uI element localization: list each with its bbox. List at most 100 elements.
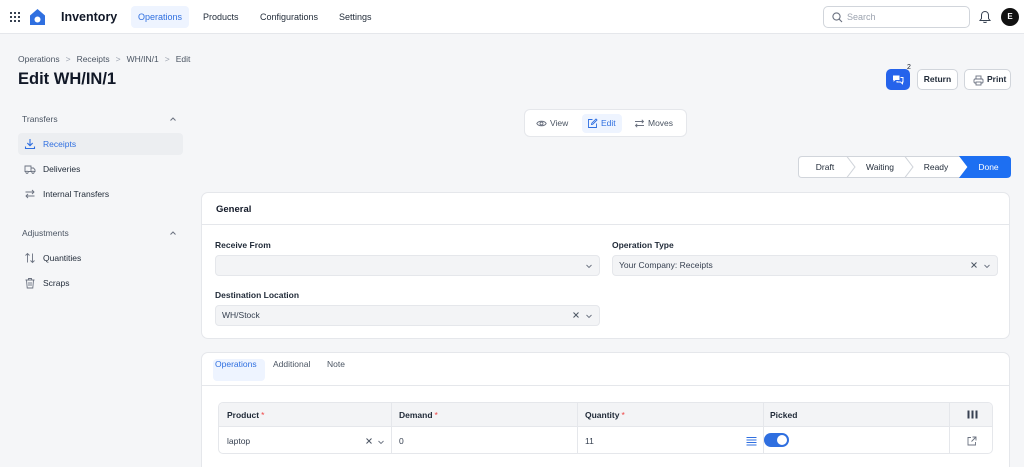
view-switcher: View Edit Moves — [524, 109, 687, 137]
receive-from-select[interactable] — [215, 255, 600, 276]
operation-type-value: Your Company: Receipts — [619, 260, 713, 270]
cell-product[interactable]: laptop — [227, 436, 250, 446]
edit-button[interactable]: Edit — [582, 114, 622, 133]
view-label: View — [550, 118, 569, 128]
comments-count-badge: 2 — [907, 64, 911, 71]
app-name: Inventory — [61, 10, 118, 24]
breadcrumb-separator-icon: > — [115, 54, 121, 64]
chevron-up-icon[interactable] — [169, 229, 177, 237]
view-button[interactable]: View — [531, 114, 574, 133]
header-quantity[interactable]: Quantity * — [585, 410, 625, 420]
truck-icon — [24, 165, 36, 174]
column-settings-icon[interactable] — [967, 410, 978, 419]
destination-location-value: WH/Stock — [222, 310, 260, 320]
column-divider — [577, 403, 578, 453]
sidebar-item-label: Scraps — [43, 278, 70, 288]
sidebar-section-transfers[interactable]: Transfers — [22, 114, 180, 124]
status-step-draft[interactable]: Draft — [798, 156, 852, 178]
sidebar-item-label: Internal Transfers — [43, 189, 110, 199]
moves-label: Moves — [648, 118, 674, 128]
transfer-arrows-icon — [25, 189, 35, 199]
moves-button[interactable]: Moves — [629, 114, 679, 133]
detailed-operations-icon[interactable] — [746, 436, 757, 446]
receive-from-label: Receive From — [215, 240, 271, 250]
app-logo-icon — [30, 9, 45, 25]
clear-icon[interactable] — [365, 437, 373, 445]
sidebar-section-adjustments[interactable]: Adjustments — [22, 228, 180, 238]
chevron-down-icon — [586, 264, 592, 269]
sidebar-item-label: Receipts — [43, 139, 77, 149]
header-quantity-label: Quantity — [585, 410, 620, 420]
operation-type-label: Operation Type — [612, 240, 674, 250]
sidebar-section-title: Transfers — [22, 114, 58, 124]
column-divider — [391, 403, 392, 453]
chevron-down-icon — [586, 314, 592, 319]
picked-toggle[interactable] — [764, 433, 789, 447]
eye-icon — [536, 120, 547, 127]
printer-icon — [973, 75, 984, 86]
divider — [202, 224, 1009, 225]
clear-icon[interactable] — [970, 261, 978, 269]
required-mark: * — [621, 410, 625, 420]
sort-arrows-icon — [25, 252, 35, 264]
top-bar: Inventory Operations Products Configurat… — [0, 0, 1024, 34]
sidebar-item-scraps[interactable]: Scraps — [18, 272, 183, 294]
nav-operations[interactable]: Operations — [131, 6, 190, 28]
header-demand-label: Demand — [399, 410, 433, 420]
tab-operations[interactable]: Operations — [215, 359, 257, 377]
cell-demand[interactable]: 0 — [399, 436, 404, 446]
breadcrumb-operations[interactable]: Operations — [18, 54, 60, 64]
search-input[interactable] — [847, 10, 962, 24]
destination-location-label: Destination Location — [215, 290, 300, 300]
edit-label: Edit — [601, 118, 616, 128]
column-divider — [949, 403, 950, 453]
operation-type-select[interactable]: Your Company: Receipts — [612, 255, 998, 276]
destination-location-select[interactable]: WH/Stock — [215, 305, 600, 326]
required-mark: * — [434, 410, 438, 420]
breadcrumb-separator-icon: > — [65, 54, 71, 64]
transfer-arrows-icon — [634, 119, 645, 128]
print-label: Print — [987, 74, 1007, 84]
avatar[interactable]: E — [1001, 8, 1019, 26]
comments-button[interactable] — [886, 69, 910, 90]
chevron-up-icon[interactable] — [169, 115, 177, 123]
clear-icon[interactable] — [572, 311, 580, 319]
chevron-down-icon[interactable] — [377, 438, 385, 446]
search-box[interactable] — [823, 6, 970, 28]
return-button[interactable]: Return — [917, 69, 958, 90]
nav-settings[interactable]: Settings — [332, 6, 379, 28]
nav-products[interactable]: Products — [196, 6, 246, 28]
column-divider — [763, 403, 764, 453]
print-button[interactable]: Print — [964, 69, 1011, 90]
header-product[interactable]: Product * — [227, 410, 264, 420]
sidebar-item-internal-transfers[interactable]: Internal Transfers — [18, 183, 183, 205]
tab-note[interactable]: Note — [327, 359, 345, 377]
breadcrumb-separator-icon: > — [164, 54, 170, 64]
sidebar-item-deliveries[interactable]: Deliveries — [18, 158, 183, 180]
breadcrumb: Operations > Receipts > WH/IN/1 > Edit — [18, 54, 190, 64]
general-title: General — [216, 204, 252, 215]
page-title: Edit WH/IN/1 — [18, 70, 117, 88]
nav-configurations[interactable]: Configurations — [253, 6, 325, 28]
status-step-ready[interactable]: Ready — [911, 156, 961, 178]
breadcrumb-record[interactable]: WH/IN/1 — [127, 54, 159, 64]
operations-table: Product * Demand * Quantity * Picked laptop… — [218, 402, 993, 454]
sidebar-item-quantities[interactable]: Quantities — [18, 247, 183, 269]
app-grid-icon[interactable] — [10, 12, 20, 22]
external-link-icon[interactable] — [967, 436, 977, 446]
bell-icon[interactable] — [979, 10, 991, 24]
status-step-waiting[interactable]: Waiting — [854, 156, 906, 178]
header-demand[interactable]: Demand * — [399, 410, 438, 420]
general-card: General Receive From Operation Type Your… — [201, 192, 1010, 339]
download-icon — [24, 139, 36, 150]
breadcrumb-edit: Edit — [175, 54, 191, 64]
trash-icon — [25, 278, 35, 289]
cell-quantity[interactable]: 11 — [585, 436, 594, 446]
status-step-done[interactable]: Done — [966, 156, 1011, 178]
sidebar-item-receipts[interactable]: Receipts — [18, 133, 183, 155]
header-picked[interactable]: Picked — [770, 410, 797, 420]
breadcrumb-receipts[interactable]: Receipts — [77, 54, 110, 64]
sidebar-item-label: Quantities — [43, 253, 82, 263]
tab-additional[interactable]: Additional — [273, 359, 310, 377]
divider — [202, 385, 1009, 386]
